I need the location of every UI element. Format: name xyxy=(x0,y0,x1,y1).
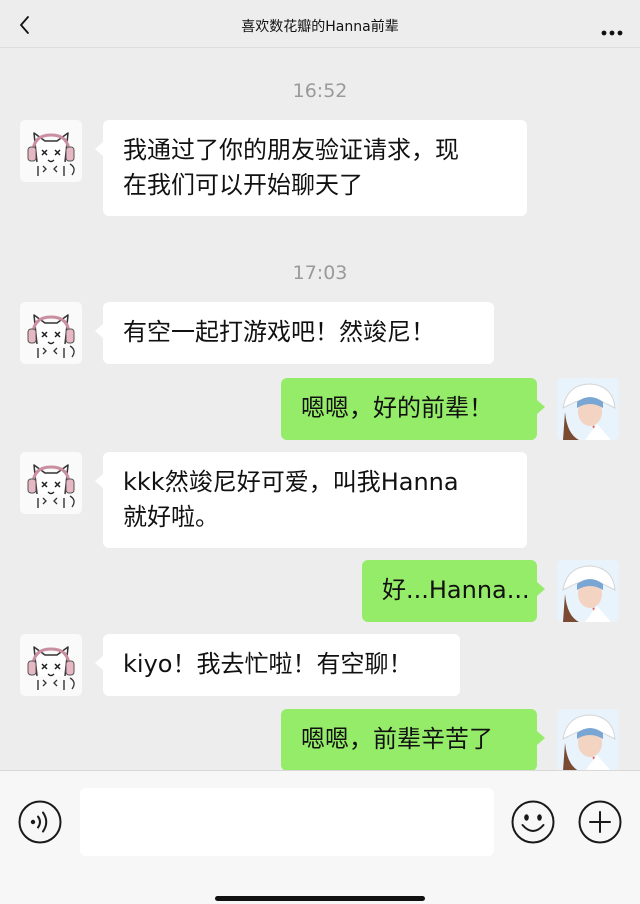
girl-photo-avatar[interactable] xyxy=(557,378,619,440)
emoji-button[interactable] xyxy=(510,799,556,845)
message-bubble-incoming[interactable]: kiyo！我去忙啦！有空聊！ xyxy=(95,634,460,696)
voice-button[interactable] xyxy=(17,799,63,845)
message-text: 有空一起打游戏吧！然竣尼！ xyxy=(123,318,435,346)
cat-headphones-avatar[interactable] xyxy=(20,120,82,182)
message-text: 在我们可以开始聊天了 xyxy=(123,171,363,199)
girl-photo-icon xyxy=(557,560,619,622)
voice-icon xyxy=(18,800,62,844)
plus-icon xyxy=(578,800,622,844)
message-bubble-outgoing[interactable]: 嗯嗯，前辈辛苦了 xyxy=(281,709,545,770)
message-input[interactable] xyxy=(80,788,494,856)
cat-headphones-icon xyxy=(27,464,75,508)
status-bar xyxy=(0,0,640,8)
message-text: kiyo！我去忙啦！有空聊！ xyxy=(123,650,413,678)
input-bar xyxy=(0,770,640,904)
cat-headphones-icon xyxy=(27,314,75,358)
timestamp: 17:03 xyxy=(292,262,348,284)
cat-headphones-avatar[interactable] xyxy=(20,634,82,696)
home-indicator xyxy=(215,896,425,901)
more-functions-button[interactable] xyxy=(577,799,623,845)
emoji-icon xyxy=(511,800,555,844)
cat-headphones-avatar[interactable] xyxy=(20,452,82,514)
message-text: 好...Hanna... xyxy=(382,576,530,604)
message-text: 嗯嗯，前辈辛苦了 xyxy=(301,725,493,753)
more-dots-icon xyxy=(601,30,623,36)
more-button[interactable] xyxy=(594,12,630,42)
cat-headphones-avatar[interactable] xyxy=(20,302,82,364)
message-text: 嗯嗯，好的前辈！ xyxy=(301,394,493,422)
chat-title: 喜欢数花瓣的Hanna前辈 xyxy=(241,19,399,35)
timestamp: 16:52 xyxy=(292,80,348,102)
message-bubble-outgoing[interactable]: 嗯嗯，好的前辈！ xyxy=(281,378,545,440)
girl-photo-avatar[interactable] xyxy=(557,560,619,622)
message-bubble-outgoing[interactable]: 好...Hanna... xyxy=(362,560,545,622)
message-text: kkk然竣尼好可爱，叫我Hanna xyxy=(123,468,459,496)
girl-photo-avatar[interactable] xyxy=(557,709,619,770)
message-bubble-incoming[interactable]: 有空一起打游戏吧！然竣尼！ xyxy=(95,302,494,364)
girl-photo-icon xyxy=(557,709,619,770)
message-bubble-incoming[interactable]: 我通过了你的朋友验证请求，现 在我们可以开始聊天了 xyxy=(95,120,527,216)
message-text: 就好啦。 xyxy=(123,503,219,531)
girl-photo-icon xyxy=(557,378,619,440)
cat-headphones-icon xyxy=(27,132,75,176)
chat-area[interactable]: 16:52 我通过了你的朋友验证请求，现 在我们可以开始聊天了 17:03 有空… xyxy=(0,48,640,770)
nav-bar: 喜欢数花瓣的Hanna前辈 xyxy=(0,8,640,48)
cat-headphones-icon xyxy=(27,646,75,690)
message-text: 我通过了你的朋友验证请求，现 xyxy=(123,136,459,164)
message-bubble-incoming[interactable]: kkk然竣尼好可爱，叫我Hanna 就好啦。 xyxy=(95,452,527,548)
